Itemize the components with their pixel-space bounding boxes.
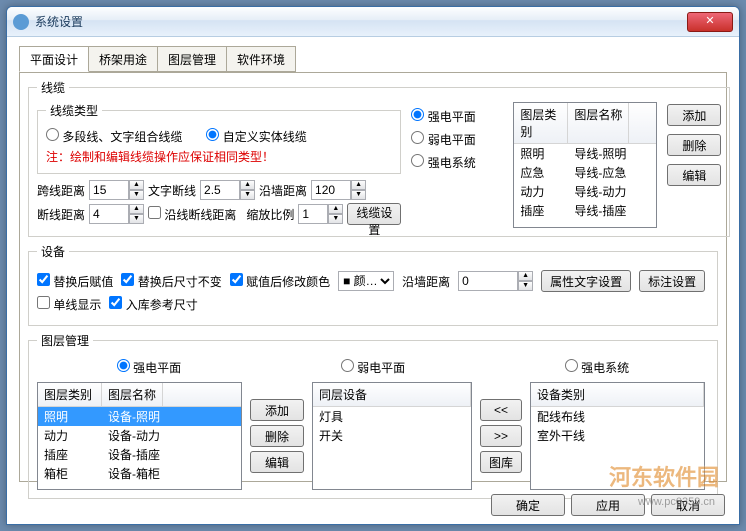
spin-down-icon[interactable]: ▼ <box>129 214 144 224</box>
spin-down-icon[interactable]: ▼ <box>240 190 255 200</box>
layer-scope-radios: 强电平面 弱电平面 强电系统 <box>37 359 709 376</box>
spin-up-icon[interactable]: ▲ <box>328 204 343 214</box>
col-device-cat: 设备类别 <box>531 383 704 406</box>
tab-layer-mgmt[interactable]: 图层管理 <box>157 46 227 72</box>
window-title: 系统设置 <box>35 13 687 30</box>
ok-button[interactable]: 确定 <box>491 494 565 516</box>
titlebar: 系统设置 ✕ <box>7 7 739 37</box>
cable-legend: 线缆 <box>37 79 69 96</box>
lib-refsize-checkbox[interactable]: 入库参考尺寸 <box>109 296 197 313</box>
apply-button[interactable]: 应用 <box>571 494 645 516</box>
layer-add-button[interactable]: 添加 <box>250 399 304 421</box>
wall-dist-input[interactable] <box>311 180 351 200</box>
break-dist-label: 断线距离 <box>37 206 85 223</box>
span-dist-input[interactable] <box>89 180 129 200</box>
cable-del-button[interactable]: 删除 <box>667 134 721 156</box>
spin-down-icon[interactable]: ▼ <box>129 190 144 200</box>
device-wall-dist-input[interactable] <box>458 271 518 291</box>
tab-bridge[interactable]: 桥架用途 <box>88 46 158 72</box>
cable-settings-button[interactable]: 线缆设置 <box>347 203 401 225</box>
span-dist-label: 跨线距离 <box>37 182 85 199</box>
gallery-button[interactable]: 图库 <box>480 451 522 473</box>
col-same-device: 同层设备 <box>313 383 471 406</box>
tab-strip: 平面设计 桥架用途 图层管理 软件环境 <box>19 46 727 73</box>
list-item: 室外干线 <box>531 426 704 445</box>
attr-text-settings-button[interactable]: 属性文字设置 <box>541 270 631 292</box>
same-layer-device-list[interactable]: 同层设备 灯具 开关 <box>312 382 472 490</box>
layer-edit-button[interactable]: 编辑 <box>250 451 304 473</box>
radio-strong-plane[interactable]: 强电平面 <box>411 108 503 125</box>
spin-down-icon[interactable]: ▼ <box>518 281 533 291</box>
replace-assign-checkbox[interactable]: 替换后赋值 <box>37 273 113 290</box>
table-row: 箱柜设备-箱柜 <box>38 464 241 483</box>
tab-panel: 线缆 线缆类型 多段线、文字组合线缆 自定义实体线缆 注：绘制和编辑线缆操作应保… <box>19 72 727 482</box>
col-layer-name2: 图层名称 <box>102 383 163 406</box>
list-item: 开关 <box>313 426 471 445</box>
spin-down-icon[interactable]: ▼ <box>351 190 366 200</box>
cable-type-polyline[interactable]: 多段线、文字组合线缆 <box>46 128 182 145</box>
device-legend: 设备 <box>37 243 69 260</box>
tab-soft-env[interactable]: 软件环境 <box>226 46 296 72</box>
radio-strong-system[interactable]: 强电系统 <box>411 154 503 171</box>
list-item: 配线布线 <box>531 407 704 426</box>
singleline-checkbox[interactable]: 单线显示 <box>37 296 101 313</box>
cable-type-group: 线缆类型 多段线、文字组合线缆 自定义实体线缆 注：绘制和编辑线缆操作应保证相同… <box>37 102 401 174</box>
cable-group: 线缆 线缆类型 多段线、文字组合线缆 自定义实体线缆 注：绘制和编辑线缆操作应保… <box>28 79 730 237</box>
col-layer-cat: 图层类别 <box>514 103 568 143</box>
spin-up-icon[interactable]: ▲ <box>518 271 533 281</box>
cancel-button[interactable]: 取消 <box>651 494 725 516</box>
device-wall-dist-label: 沿墙距离 <box>402 273 450 290</box>
along-break-checkbox[interactable]: 沿线断线距离 <box>148 206 236 223</box>
radio2-strong-plane[interactable]: 强电平面 <box>117 359 181 376</box>
wall-dist-label: 沿墙距离 <box>259 182 307 199</box>
cable-scope-radios: 强电平面 弱电平面 强电系统 <box>411 102 503 228</box>
radio2-strong-system[interactable]: 强电系统 <box>565 359 629 376</box>
close-button[interactable]: ✕ <box>687 12 733 32</box>
assign-recolor-checkbox[interactable]: 赋值后修改颜色 <box>230 273 330 290</box>
table-row: 插座设备-插座 <box>38 445 241 464</box>
col-layer-name: 图层名称 <box>568 103 629 143</box>
cable-type-note: 注：绘制和编辑线缆操作应保证相同类型！ <box>46 148 392 165</box>
app-icon <box>13 14 29 30</box>
table-row: 动力设备-动力 <box>38 426 241 445</box>
replace-keepsize-checkbox[interactable]: 替换后尺寸不变 <box>121 273 221 290</box>
layer-mgmt-group: 图层管理 强电平面 弱电平面 强电系统 图层类别图层名称 照明设备-照明 动力设… <box>28 332 718 499</box>
scale-input[interactable] <box>298 204 328 224</box>
cable-add-button[interactable]: 添加 <box>667 104 721 126</box>
radio-weak-plane[interactable]: 弱电平面 <box>411 131 503 148</box>
color-select[interactable]: ■ 颜… <box>338 271 394 291</box>
annotation-settings-button[interactable]: 标注设置 <box>639 270 705 292</box>
text-break-label: 文字断线 <box>148 182 196 199</box>
settings-window: 系统设置 ✕ 平面设计 桥架用途 图层管理 软件环境 线缆 线缆类型 多段线、文… <box>6 6 740 525</box>
cable-edit-button[interactable]: 编辑 <box>667 164 721 186</box>
scale-label: 缩放比例 <box>246 206 294 223</box>
device-group: 设备 替换后赋值 替换后尺寸不变 赋值后修改颜色 ■ 颜… 沿墙距离 ▲▼ 属性… <box>28 243 718 326</box>
spin-up-icon[interactable]: ▲ <box>351 180 366 190</box>
move-right-button[interactable]: >> <box>480 425 522 447</box>
radio2-weak-plane[interactable]: 弱电平面 <box>341 359 405 376</box>
tab-plane-design[interactable]: 平面设计 <box>19 46 89 72</box>
spin-down-icon[interactable]: ▼ <box>328 214 343 224</box>
device-category-list[interactable]: 设备类别 配线布线 室外干线 <box>530 382 705 490</box>
table-row: 照明设备-照明 <box>38 407 241 426</box>
layer-mgmt-legend: 图层管理 <box>37 332 93 349</box>
move-left-button[interactable]: << <box>480 399 522 421</box>
layer-table[interactable]: 图层类别图层名称 照明设备-照明 动力设备-动力 插座设备-插座 箱柜设备-箱柜 <box>37 382 242 490</box>
spin-up-icon[interactable]: ▲ <box>129 204 144 214</box>
spin-up-icon[interactable]: ▲ <box>240 180 255 190</box>
col-layer-cat2: 图层类别 <box>38 383 102 406</box>
list-item: 灯具 <box>313 407 471 426</box>
cable-type-custom[interactable]: 自定义实体线缆 <box>206 128 306 145</box>
cable-layer-table[interactable]: 图层类别图层名称 照明导线-照明 应急导线-应急 动力导线-动力 插座导线-插座 <box>513 102 657 228</box>
spin-up-icon[interactable]: ▲ <box>129 180 144 190</box>
cable-type-legend: 线缆类型 <box>46 102 102 119</box>
break-dist-input[interactable] <box>89 204 129 224</box>
dialog-buttons: 确定 应用 取消 <box>491 494 725 516</box>
layer-del-button[interactable]: 删除 <box>250 425 304 447</box>
text-break-input[interactable] <box>200 180 240 200</box>
